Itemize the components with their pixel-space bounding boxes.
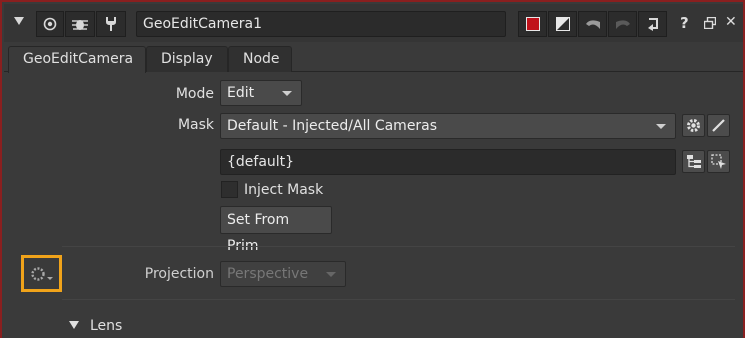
pencil-icon bbox=[712, 119, 725, 132]
help-icon[interactable]: ? bbox=[680, 14, 689, 32]
redo-icon bbox=[615, 20, 630, 29]
mask-dropdown[interactable]: Default - Injected/All Cameras bbox=[220, 113, 676, 139]
viewer-eye-icon bbox=[43, 17, 57, 31]
bypass-icon bbox=[555, 17, 570, 31]
parameter-panel: GeoEditCamera1 ? ✕ GeoEditCamera Display… bbox=[0, 0, 745, 338]
mask-picker-button[interactable] bbox=[707, 114, 730, 137]
node-name-field[interactable]: GeoEditCamera1 bbox=[136, 11, 506, 37]
chevron-down-icon bbox=[326, 272, 336, 277]
redo-button[interactable] bbox=[608, 11, 637, 37]
float-window-icon[interactable] bbox=[704, 17, 716, 29]
projection-options-button[interactable] bbox=[21, 255, 62, 292]
projection-label: Projection bbox=[144, 266, 214, 282]
tab-node[interactable]: Node bbox=[228, 46, 292, 72]
mask-value: Default - Injected/All Cameras bbox=[227, 118, 438, 134]
tab-geoeditcamera[interactable]: GeoEditCamera bbox=[8, 46, 146, 73]
lens-group-label[interactable]: Lens bbox=[90, 318, 122, 334]
mode-label: Mode bbox=[175, 86, 214, 102]
set-from-prim-button[interactable]: Set From Prim bbox=[220, 206, 332, 254]
wrench-icon bbox=[106, 17, 116, 31]
expand-arrow-icon[interactable] bbox=[69, 321, 79, 329]
projection-value: Perspective bbox=[227, 266, 309, 282]
scene-graph-button[interactable] bbox=[682, 150, 705, 173]
separator bbox=[62, 299, 735, 300]
mode-value: Edit bbox=[227, 85, 255, 101]
tree-icon bbox=[686, 154, 701, 168]
inject-mask-checkbox[interactable] bbox=[221, 181, 238, 198]
bug-icon bbox=[72, 20, 88, 30]
tab-display[interactable]: Display bbox=[146, 46, 228, 72]
tools-button[interactable] bbox=[96, 11, 126, 37]
color-swatch-button[interactable] bbox=[518, 11, 547, 37]
close-icon[interactable]: ✕ bbox=[725, 14, 737, 30]
collapse-arrow-icon[interactable] bbox=[13, 15, 25, 27]
color-swatch-icon bbox=[525, 17, 540, 31]
debug-button[interactable] bbox=[65, 11, 95, 37]
undo-button[interactable] bbox=[578, 11, 607, 37]
separator bbox=[62, 246, 735, 247]
mode-dropdown[interactable]: Edit bbox=[220, 80, 302, 106]
gear-icon bbox=[687, 119, 700, 132]
mask-label: Mask bbox=[177, 117, 214, 133]
bypass-button[interactable] bbox=[548, 11, 577, 37]
chevron-down-icon bbox=[282, 91, 292, 96]
title-bar: GeoEditCamera1 ? ✕ bbox=[4, 4, 743, 42]
gear-icon bbox=[30, 266, 53, 281]
tab-bar: GeoEditCamera Display Node bbox=[4, 42, 743, 73]
projection-dropdown: Perspective bbox=[220, 261, 346, 287]
chevron-down-icon bbox=[656, 124, 666, 129]
revert-button[interactable] bbox=[638, 11, 667, 37]
mask-expression-field[interactable]: {default} bbox=[220, 149, 676, 175]
viewer-eye-button[interactable] bbox=[36, 11, 64, 37]
mask-settings-button[interactable] bbox=[682, 114, 705, 137]
inject-mask-label: Inject Mask bbox=[244, 182, 324, 198]
undo-icon bbox=[585, 20, 600, 29]
select-arrow-icon bbox=[710, 153, 726, 169]
select-prims-button[interactable] bbox=[707, 150, 730, 173]
revert-icon bbox=[647, 18, 658, 31]
